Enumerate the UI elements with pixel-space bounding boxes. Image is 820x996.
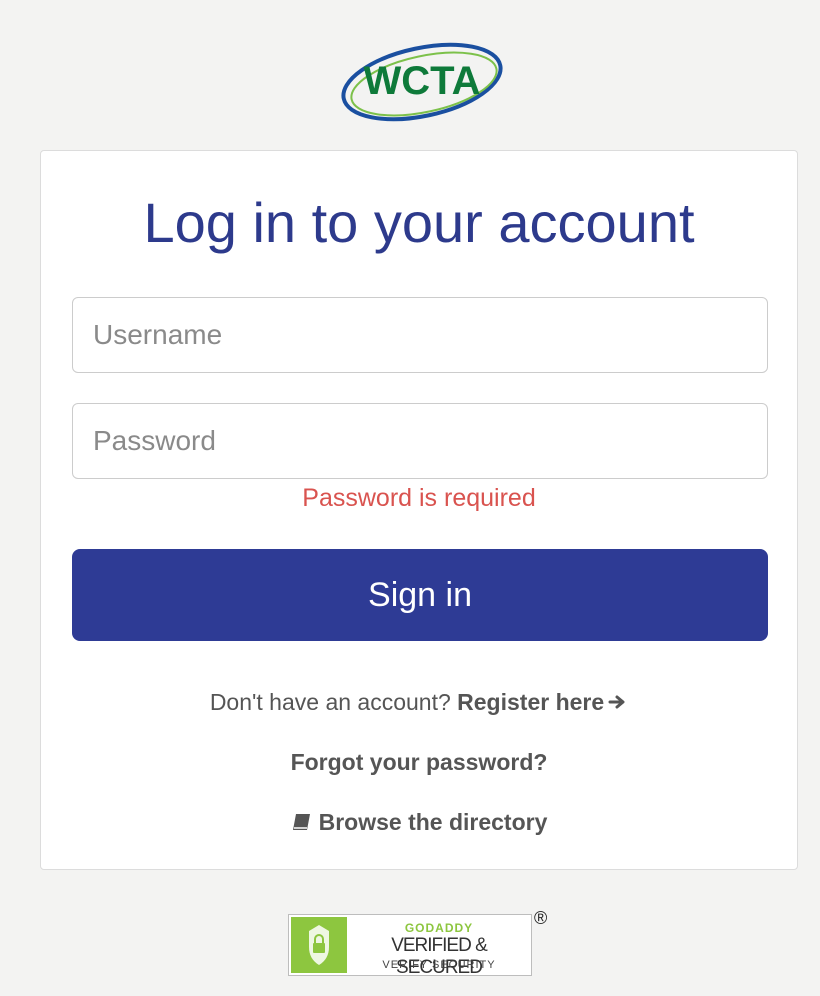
book-icon <box>291 811 313 831</box>
password-error-message: Password is required <box>302 484 536 512</box>
arrow-right-icon <box>608 689 628 716</box>
username-input[interactable] <box>72 297 768 373</box>
register-link[interactable]: Register here <box>457 689 628 715</box>
godaddy-security-badge[interactable]: GODADDY VERIFIED & SECURED VERIFY SECURI… <box>288 914 532 978</box>
browse-directory-link[interactable]: Browse the directory <box>291 809 548 835</box>
register-prompt: Don't have an account? <box>209 689 451 715</box>
badge-verified-text: VERIFIED & SECURED <box>391 935 488 978</box>
register-link-label: Register here <box>457 689 605 715</box>
sign-in-button[interactable]: Sign in <box>72 549 768 641</box>
forgot-row: Forgot your password? <box>41 749 797 776</box>
login-card: Log in to your account Password is requi… <box>40 150 798 870</box>
password-input[interactable] <box>72 403 768 479</box>
browse-directory-label: Browse the directory <box>318 809 548 835</box>
page-title: Log in to your account <box>143 191 695 254</box>
forgot-password-link[interactable]: Forgot your password? <box>291 749 548 775</box>
browse-row: Browse the directory <box>41 809 797 836</box>
logo-text: WCTA <box>364 59 481 103</box>
badge-verify-text: VERIFY SECURITY <box>382 959 496 971</box>
register-row: Don't have an account? Register here <box>41 689 797 716</box>
lock-icon <box>291 917 347 973</box>
badge-brand: GODADDY <box>404 921 474 935</box>
wcta-logo: WCTA <box>336 26 510 130</box>
registered-mark: ® <box>534 908 548 928</box>
